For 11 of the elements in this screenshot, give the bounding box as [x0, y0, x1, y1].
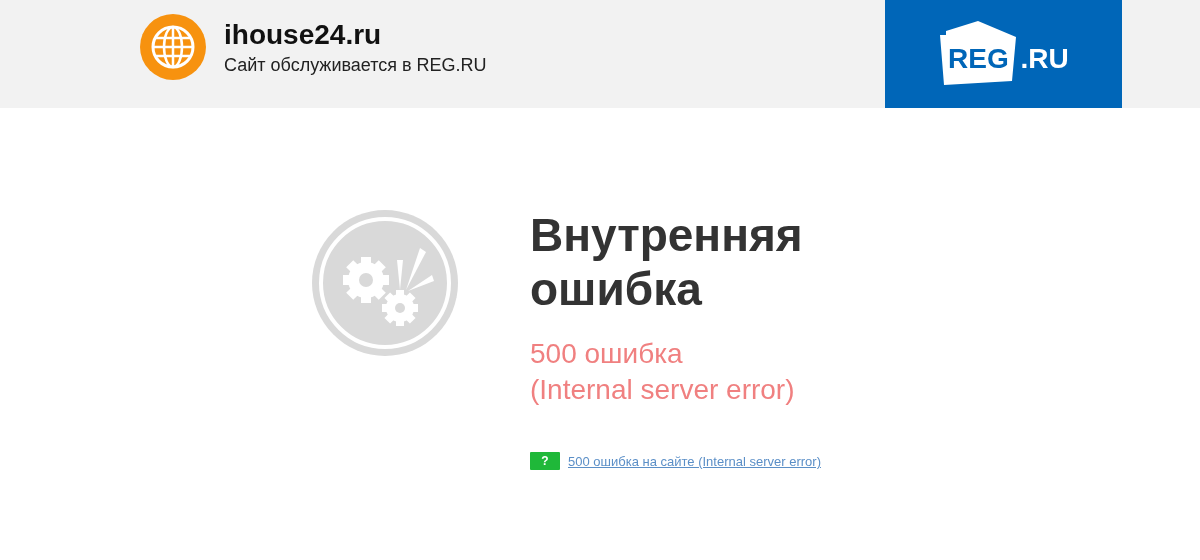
- help-icon: ?: [530, 452, 560, 470]
- logo-text: REG: [948, 43, 1009, 75]
- logo-suffix: .RU: [1020, 43, 1069, 75]
- help-link[interactable]: 500 ошибка на сайте (Internal server error): [568, 453, 821, 469]
- globe-icon: [140, 14, 206, 80]
- error-title: Внутренняя ошибка: [530, 208, 804, 316]
- logo-panel[interactable]: REG .RU: [885, 0, 1122, 108]
- gears-icon: [310, 208, 460, 358]
- site-name: ihouse24.ru: [224, 18, 383, 51]
- error-code: 500 ошибка (Internal server error): [530, 337, 796, 407]
- site-subtitle: Сайт обслуживается в REG.RU: [224, 54, 487, 76]
